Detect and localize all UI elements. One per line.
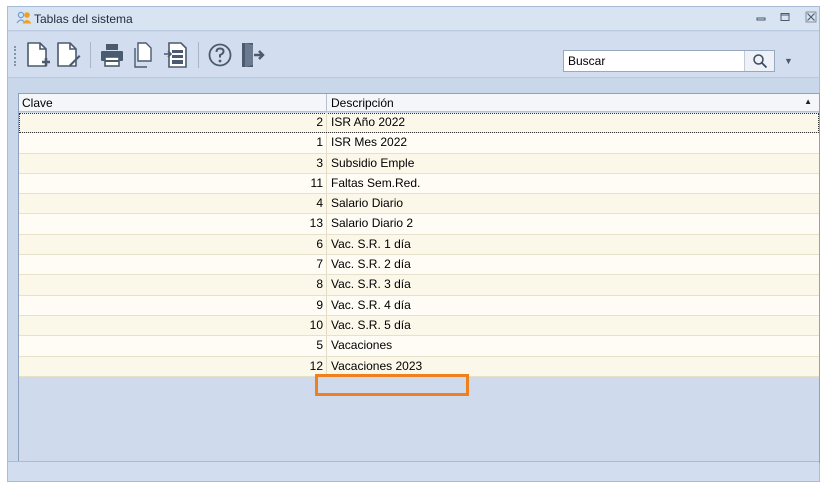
table-row[interactable]: 9 Vac. S.R. 4 día <box>19 295 819 316</box>
table-row[interactable]: 13 Salario Diario 2 <box>19 214 819 235</box>
descripcion-cell: Vac. S.R. 5 día <box>331 317 411 332</box>
clave-cell: 9 <box>19 295 327 315</box>
table-row[interactable]: 11 Faltas Sem.Red. <box>19 173 819 195</box>
clave-cell: 11 <box>19 173 327 194</box>
table-row[interactable]: 3 Subsidio Emple <box>19 153 819 174</box>
toolbar: ▼ <box>8 32 819 78</box>
clave-cell: 4 <box>19 194 327 214</box>
table-row[interactable]: 5 Vacaciones <box>19 336 819 357</box>
clave-cell: 5 <box>19 336 327 356</box>
search-input[interactable] <box>564 51 742 71</box>
title-bar: Tablas del sistema <box>8 7 819 31</box>
clave-cell: 3 <box>19 153 327 173</box>
status-bar <box>8 461 819 481</box>
table-row[interactable]: 10 Vac. S.R. 5 día <box>19 315 819 337</box>
toolbar-options-icon[interactable]: ▼ <box>784 56 793 66</box>
descripcion-cell: Vac. S.R. 2 día <box>331 257 411 272</box>
clave-cell: 10 <box>19 315 327 336</box>
users-icon <box>16 11 34 25</box>
table-row[interactable]: 6 Vac. S.R. 1 día <box>19 234 819 256</box>
search-icon[interactable] <box>744 51 774 71</box>
descripcion-cell: Vac. S.R. 4 día <box>331 297 411 312</box>
window-title: Tablas del sistema <box>34 12 133 26</box>
descripcion-cell: Salario Diario 2 <box>331 216 414 231</box>
clave-cell: 7 <box>19 255 327 275</box>
descripcion-cell: Subsidio Emple <box>331 155 415 170</box>
descripcion-cell: Salario Diario <box>331 196 404 211</box>
sort-ascending-icon: ▲ <box>804 97 812 106</box>
table-row[interactable]: 12 Vacaciones 2023 <box>19 356 819 377</box>
toolbar-separator <box>198 42 199 68</box>
system-tables-grid: Clave Descripción ▲ 2 ISR Año 2022 1 ISR Me… <box>18 93 820 463</box>
maximize-icon[interactable] <box>777 11 793 27</box>
toolbar-grip[interactable] <box>14 46 16 66</box>
toolbar-separator <box>90 42 91 68</box>
clave-cell: 6 <box>19 234 327 255</box>
copy-icon[interactable] <box>128 39 160 71</box>
descripcion-cell: Vacaciones <box>331 338 393 353</box>
table-row[interactable]: 1 ISR Mes 2022 <box>19 133 819 154</box>
exit-icon[interactable] <box>236 39 268 71</box>
clave-cell: 12 <box>19 356 327 376</box>
descripcion-cell: Vacaciones 2023 <box>331 358 423 373</box>
minimize-icon[interactable] <box>753 11 769 27</box>
table-row[interactable]: 4 Salario Diario <box>19 194 819 215</box>
clave-cell: 13 <box>19 214 327 234</box>
descripcion-cell: Faltas Sem.Red. <box>331 175 421 190</box>
search-box <box>563 50 775 72</box>
descripcion-cell: Vac. S.R. 1 día <box>331 236 411 251</box>
descripcion-cell: ISR Año 2022 <box>331 115 406 129</box>
import-icon[interactable] <box>160 39 192 71</box>
clave-cell: 1 <box>19 133 327 153</box>
table-row[interactable]: 8 Vac. S.R. 3 día <box>19 275 819 296</box>
table-row[interactable]: 7 Vac. S.R. 2 día <box>19 255 819 276</box>
new-document-icon[interactable] <box>22 39 54 71</box>
grid-rows: 2 ISR Año 2022 1 ISR Mes 2022 3 Subsidio Empl… <box>19 113 819 377</box>
edit-document-icon[interactable] <box>52 39 84 71</box>
grid-header: Clave Descripción ▲ <box>19 94 819 112</box>
system-tables-window: Tablas del sistema Buscar ▼ Clave Descri… <box>7 6 820 482</box>
help-icon[interactable] <box>204 39 236 71</box>
table-row[interactable]: 2 ISR Año 2022 <box>19 113 819 134</box>
column-header-label: Descripción <box>331 96 394 110</box>
column-header-clave[interactable]: Clave <box>19 94 327 112</box>
highlight-annotation <box>315 374 469 396</box>
close-icon[interactable] <box>803 11 819 27</box>
clave-cell: 2 <box>19 113 327 133</box>
descripcion-cell: Vac. S.R. 3 día <box>331 277 411 292</box>
clave-cell: 8 <box>19 275 327 295</box>
descripcion-cell: ISR Mes 2022 <box>331 135 408 150</box>
print-icon[interactable] <box>96 39 128 71</box>
column-header-descripcion[interactable]: Descripción ▲ <box>327 94 820 112</box>
